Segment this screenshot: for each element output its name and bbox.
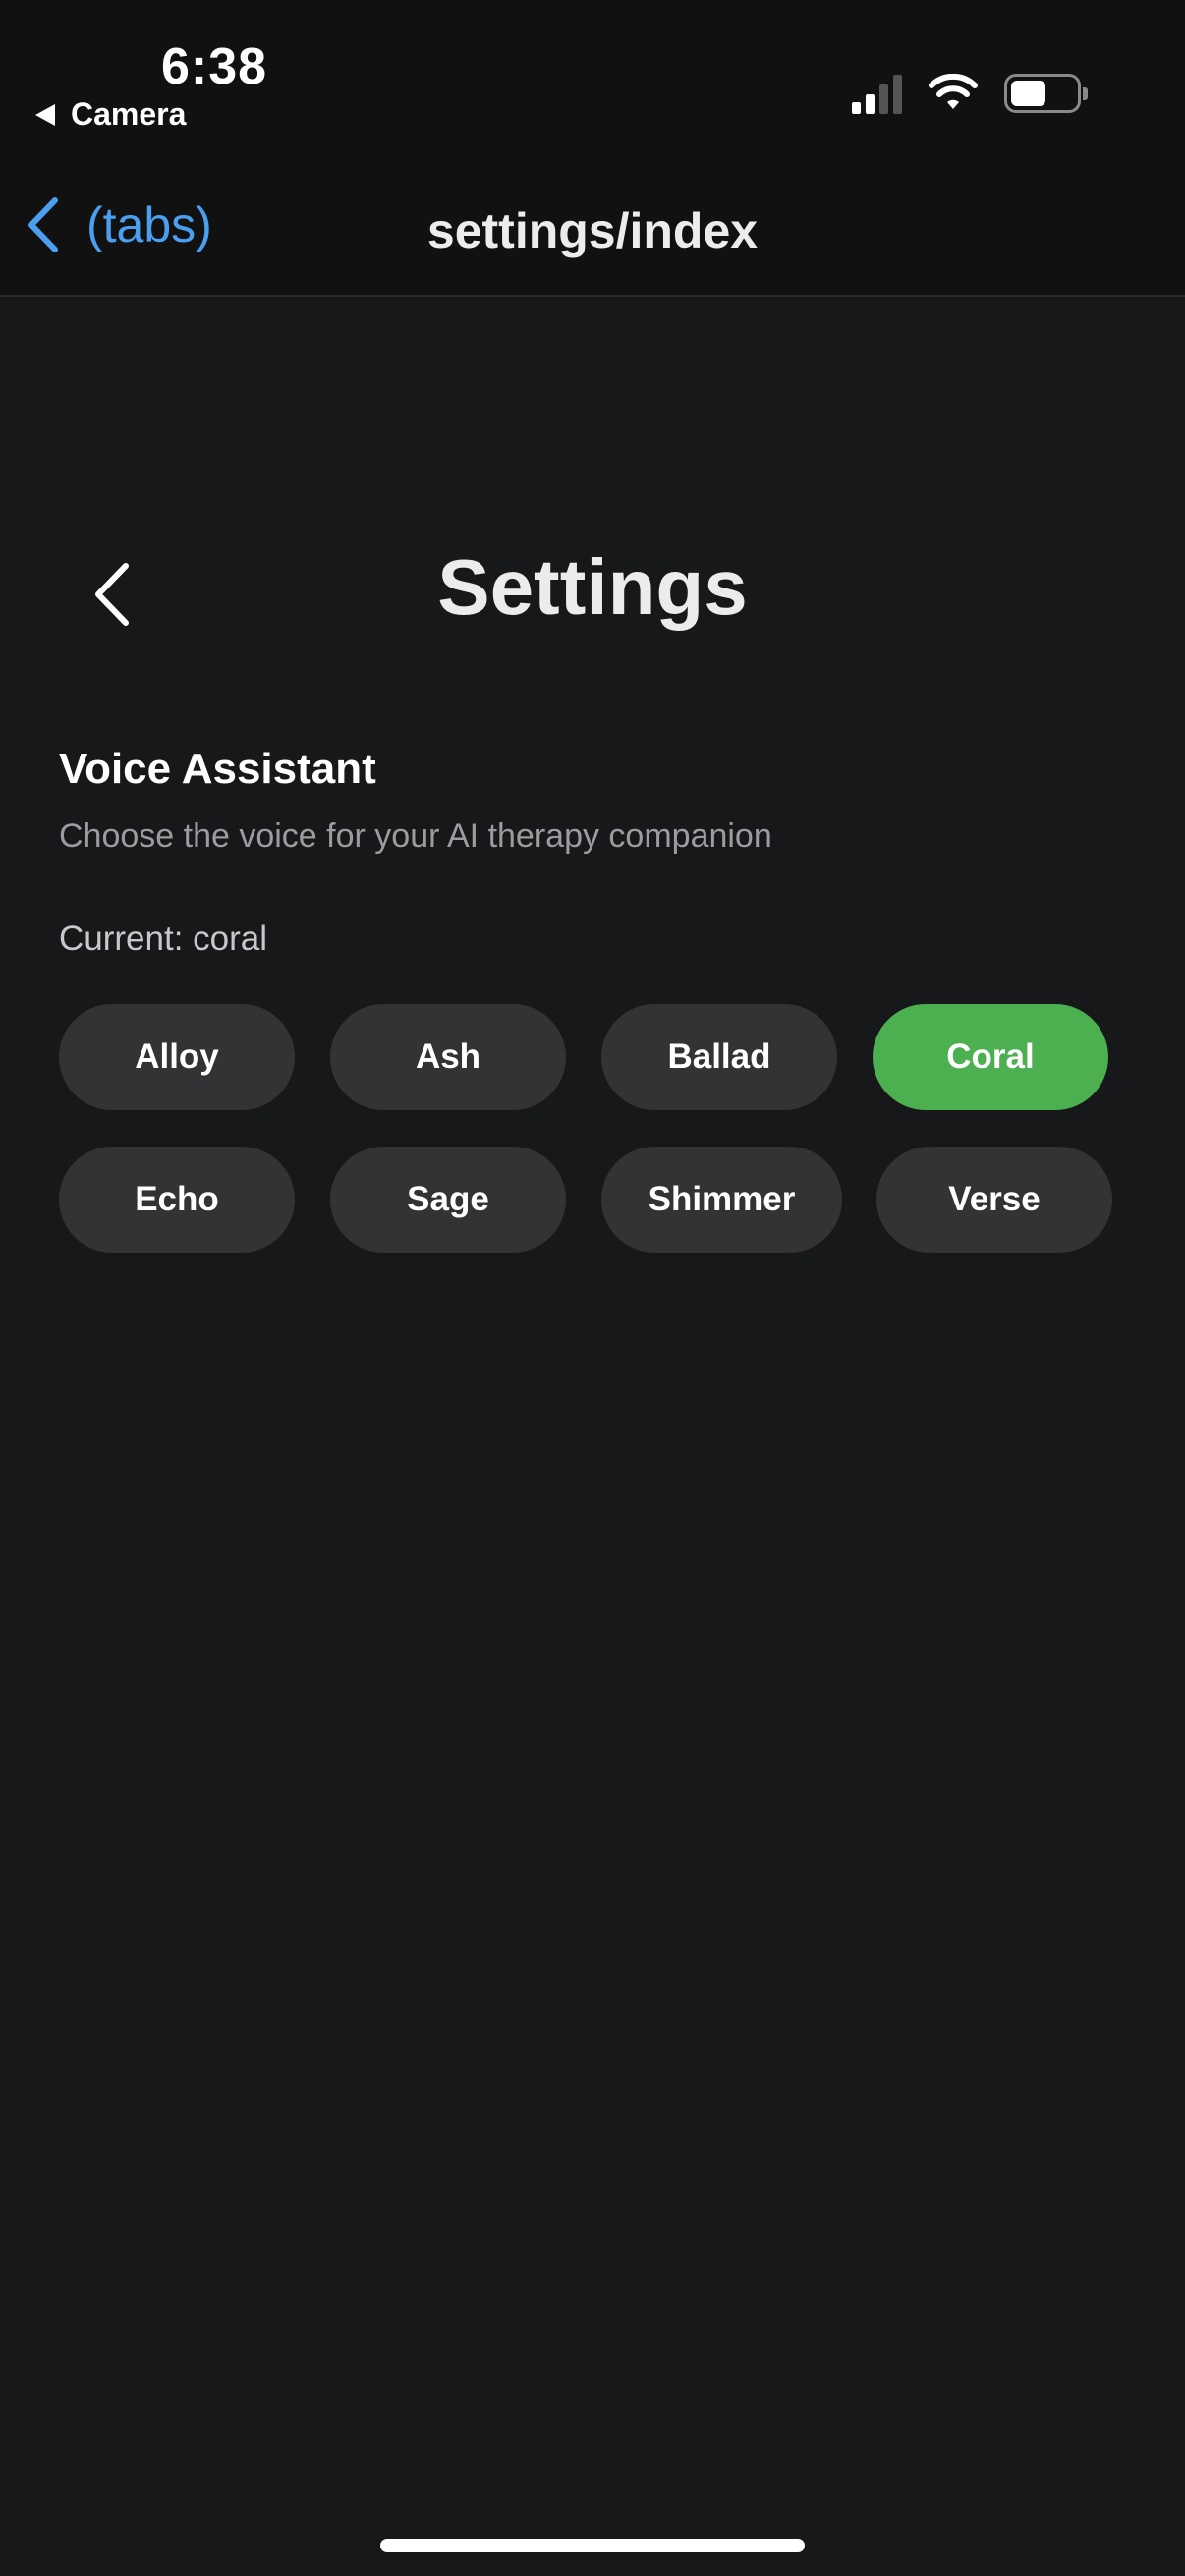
voice-option-label: Shimmer [648, 1180, 796, 1218]
voice-option-ballad[interactable]: Ballad [601, 1004, 837, 1110]
voice-option-label: Echo [135, 1180, 219, 1218]
voice-option-alloy[interactable]: Alloy [59, 1004, 295, 1110]
screen: 6:38 Camera (tabs) settings/index Settin… [0, 0, 1185, 2576]
nav-title: settings/index [426, 203, 759, 258]
voice-option-coral[interactable]: Coral [873, 1004, 1108, 1110]
voice-option-label: Sage [407, 1180, 489, 1218]
back-to-app-link[interactable]: Camera [35, 96, 186, 133]
voice-option-label: Alloy [135, 1037, 219, 1076]
voice-option-echo[interactable]: Echo [59, 1147, 295, 1253]
back-app-label: Camera [71, 96, 187, 132]
voice-option-label: Ash [415, 1037, 481, 1076]
section-title: Voice Assistant [59, 745, 376, 793]
status-time: 6:38 [161, 38, 268, 95]
voice-option-ash[interactable]: Ash [330, 1004, 566, 1110]
current-voice-label: Current: coral [59, 920, 268, 958]
voice-option-label: Verse [948, 1180, 1041, 1218]
battery-icon [1004, 74, 1088, 113]
page-title: Settings [437, 543, 748, 631]
cellular-signal-icon [852, 73, 902, 114]
section-description: Choose the voice for your AI therapy com… [59, 817, 772, 855]
wifi-icon [929, 74, 978, 109]
voice-option-shimmer[interactable]: Shimmer [601, 1147, 842, 1253]
voice-option-sage[interactable]: Sage [330, 1147, 566, 1253]
back-triangle-icon [35, 103, 55, 126]
voice-option-label: Coral [946, 1037, 1035, 1076]
voice-option-label: Ballad [667, 1037, 771, 1076]
home-indicator[interactable] [380, 2539, 805, 2552]
status-icons [852, 73, 1088, 114]
top-bar: 6:38 Camera (tabs) settings/index [0, 0, 1185, 297]
voice-option-verse[interactable]: Verse [876, 1147, 1112, 1253]
